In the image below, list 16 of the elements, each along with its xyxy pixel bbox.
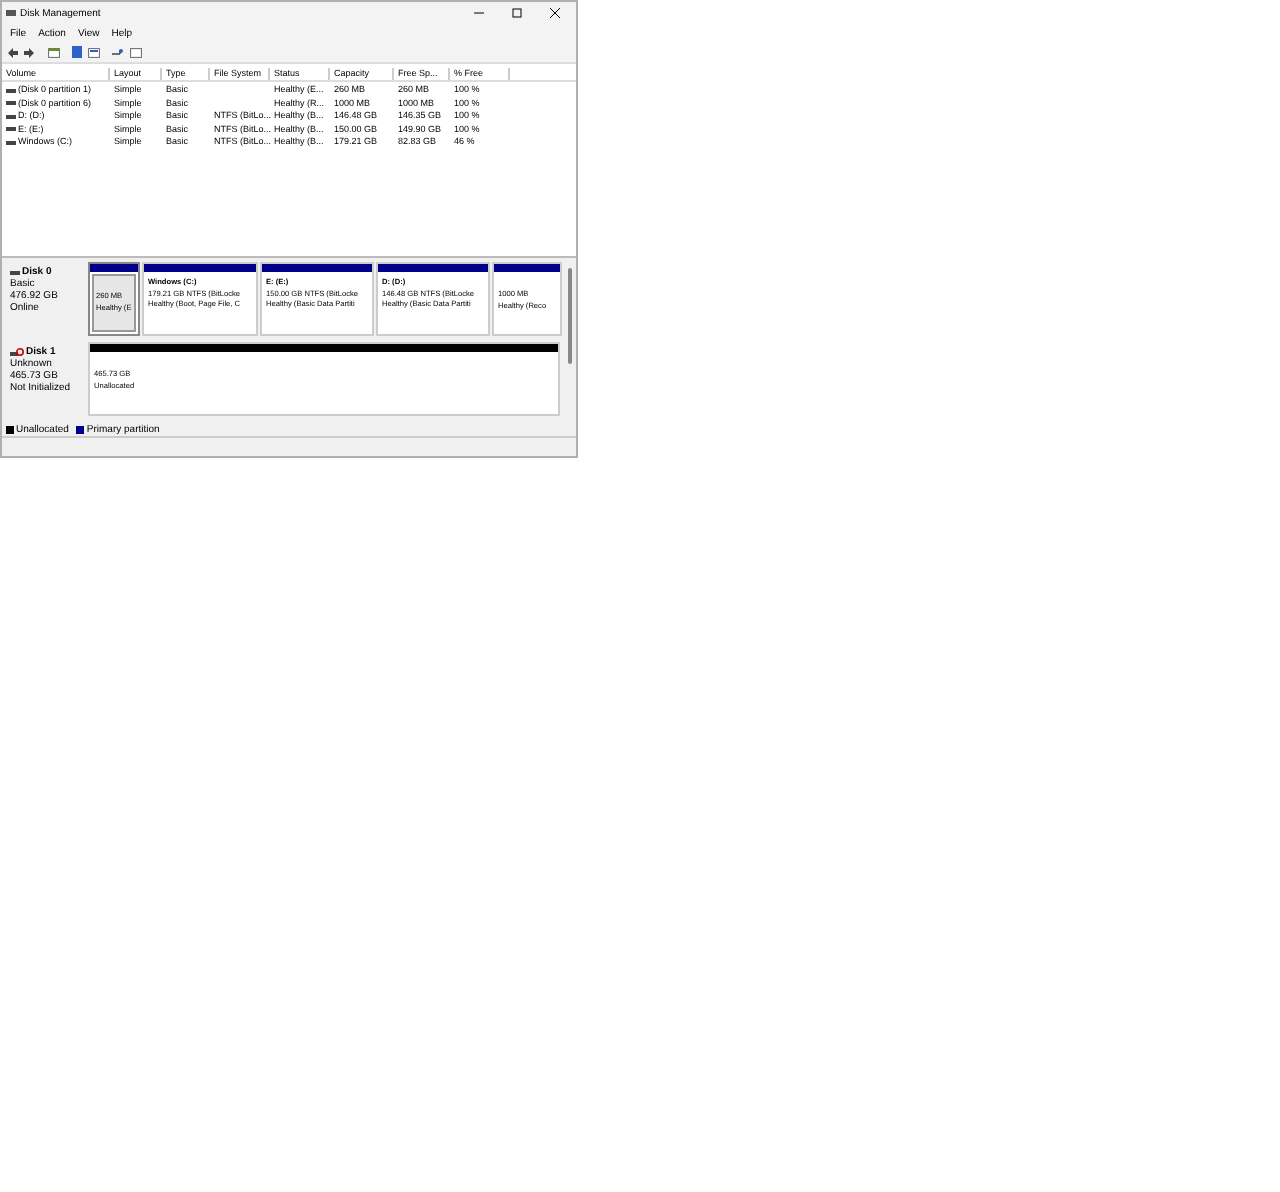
minimize-icon[interactable] bbox=[474, 8, 484, 18]
partition-bar bbox=[90, 264, 138, 272]
table-view-icon[interactable] bbox=[48, 47, 60, 57]
partition-bar bbox=[144, 264, 256, 272]
back-arrow-icon[interactable] bbox=[8, 47, 18, 57]
forward-arrow-icon[interactable] bbox=[24, 47, 34, 57]
app-icon bbox=[6, 8, 16, 18]
partition-bar bbox=[378, 264, 488, 272]
disk-warning-icon bbox=[10, 347, 24, 357]
properties-icon[interactable] bbox=[88, 47, 100, 57]
close-icon[interactable] bbox=[550, 8, 560, 18]
window-icon[interactable] bbox=[130, 47, 142, 57]
partition-bar bbox=[494, 264, 560, 272]
partition-bar bbox=[262, 264, 372, 272]
maximize-icon[interactable] bbox=[512, 8, 522, 18]
scrollbar[interactable] bbox=[568, 268, 572, 364]
